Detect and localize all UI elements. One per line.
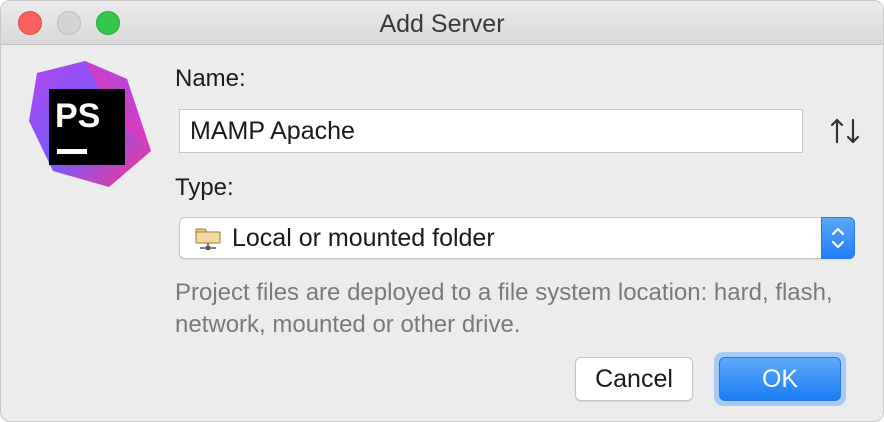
network-folder-icon (195, 228, 221, 250)
phpstorm-logo: PS (29, 61, 151, 187)
sort-arrows-icon[interactable] (827, 115, 863, 147)
ok-button[interactable]: OK (719, 357, 841, 401)
add-server-dialog: Add Server PS Name: Type: (0, 0, 884, 422)
logo-text: PS (55, 97, 100, 135)
type-select-value: Local or mounted folder (232, 224, 495, 252)
chevron-up-down-icon (831, 227, 845, 249)
window-title: Add Server (379, 10, 505, 38)
title-bar[interactable]: Add Server (1, 1, 883, 45)
type-label: Type: (175, 174, 234, 201)
type-select[interactable]: Local or mounted folder (179, 217, 855, 259)
type-description: Project files are deployed to a file sys… (175, 279, 833, 338)
type-select-stepper[interactable] (821, 217, 855, 259)
name-input[interactable] (179, 109, 803, 153)
name-label: Name: (175, 65, 246, 92)
cancel-button[interactable]: Cancel (575, 357, 693, 401)
